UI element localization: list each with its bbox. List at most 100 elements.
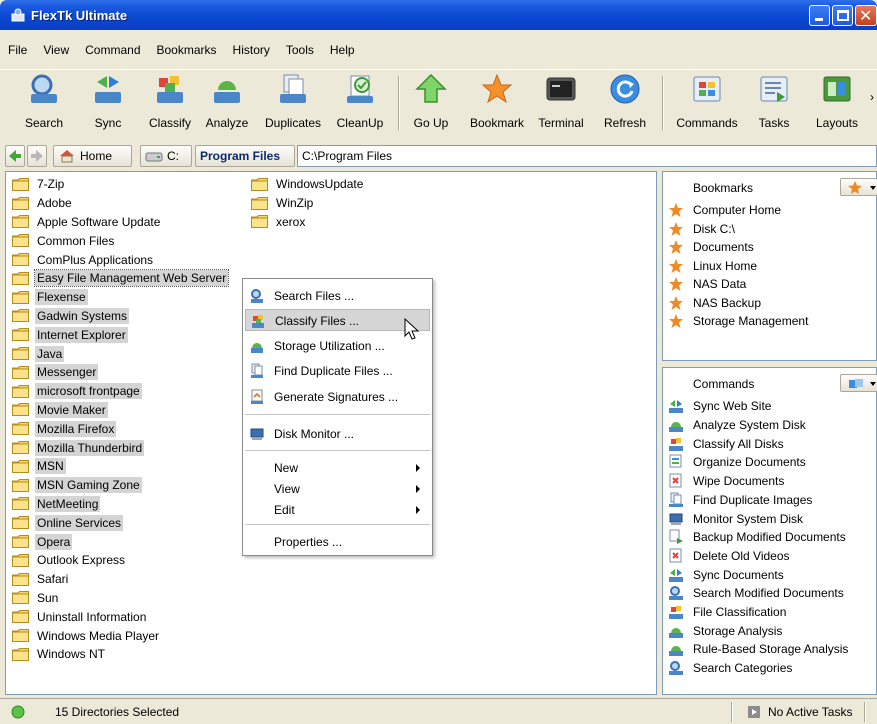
- folder-item[interactable]: Movie Maker: [12, 401, 228, 420]
- command-item[interactable]: Wipe Documents: [668, 472, 784, 491]
- path-input[interactable]: C:\Program Files: [297, 145, 877, 167]
- menu-tools[interactable]: Tools: [278, 40, 322, 60]
- folder-name: Messenger: [35, 364, 99, 381]
- command-label: Sync Web Site: [693, 399, 772, 414]
- folder-item[interactable]: MSN Gaming Zone: [12, 476, 228, 495]
- command-item[interactable]: Find Duplicate Images: [668, 491, 812, 510]
- folder-item[interactable]: xerox: [251, 213, 365, 232]
- command-item[interactable]: Delete Old Videos: [668, 547, 790, 566]
- menu-item-properties[interactable]: Properties ...: [245, 531, 430, 553]
- toolbar-tasks-button[interactable]: Tasks: [752, 70, 796, 130]
- toolbar-search-button[interactable]: Search: [22, 70, 66, 130]
- folder-icon: [12, 290, 29, 304]
- menu-help[interactable]: Help: [322, 40, 363, 60]
- bookmark-item[interactable]: Disk C:\: [668, 220, 735, 239]
- folder-item[interactable]: Adobe: [12, 194, 228, 213]
- folder-item[interactable]: WinZip: [251, 194, 365, 213]
- command-item[interactable]: Backup Modified Documents: [668, 528, 846, 547]
- folder-item[interactable]: Online Services: [12, 513, 228, 532]
- command-item[interactable]: Analyze System Disk: [668, 416, 806, 435]
- toolbar-refresh-button[interactable]: Refresh: [600, 70, 650, 130]
- breadcrumb-home[interactable]: Home: [53, 145, 132, 167]
- toolbar-sync-button[interactable]: Sync: [86, 70, 130, 130]
- toolbar-overflow-icon[interactable]: ›: [870, 90, 874, 104]
- folder-item[interactable]: Opera: [12, 532, 228, 551]
- menu-item-generate-signatures[interactable]: Generate Signatures ...: [245, 386, 430, 408]
- forward-button[interactable]: [27, 145, 47, 167]
- folder-item[interactable]: Java: [12, 344, 228, 363]
- bookmark-item[interactable]: Computer Home: [668, 201, 781, 220]
- menu-item-search-files[interactable]: Search Files ...: [245, 285, 430, 307]
- toolbar-classify-button[interactable]: Classify: [145, 70, 195, 130]
- breadcrumb-program-files[interactable]: Program Files: [195, 145, 295, 167]
- menu-item-classify-files[interactable]: Classify Files ...: [245, 309, 430, 331]
- folder-item[interactable]: Easy File Management Web Server: [12, 269, 230, 288]
- command-item[interactable]: Rule-Based Storage Analysis: [668, 640, 848, 659]
- toolbar-layouts-button[interactable]: Layouts: [810, 70, 864, 130]
- toolbar-analyze-button[interactable]: Analyze: [202, 70, 252, 130]
- menu-item-storage-utilization[interactable]: Storage Utilization ...: [245, 335, 430, 357]
- folder-item[interactable]: Mozilla Thunderbird: [12, 438, 228, 457]
- command-item[interactable]: File Classification: [668, 603, 786, 622]
- bookmark-item[interactable]: NAS Data: [668, 275, 746, 294]
- menu-command[interactable]: Command: [77, 40, 148, 60]
- menu-bookmarks[interactable]: Bookmarks: [149, 40, 225, 60]
- folder-item[interactable]: Windows Media Player: [12, 626, 228, 645]
- folder-item[interactable]: 7-Zip: [12, 175, 228, 194]
- minimize-button[interactable]: [809, 5, 830, 26]
- bookmark-item[interactable]: Storage Management: [668, 312, 808, 331]
- breadcrumb-drive-c[interactable]: C:: [140, 145, 192, 167]
- bookmark-label: Computer Home: [693, 203, 782, 218]
- folder-item[interactable]: Sun: [12, 589, 228, 608]
- folder-item[interactable]: Windows NT: [12, 645, 228, 664]
- menu-item-edit[interactable]: Edit: [245, 499, 430, 521]
- toolbar-bookmark-button[interactable]: Bookmark: [468, 70, 526, 130]
- folder-item[interactable]: Common Files: [12, 231, 228, 250]
- folder-item[interactable]: microsoft frontpage: [12, 382, 228, 401]
- commands-menu-button[interactable]: [840, 374, 877, 392]
- folder-icon: [12, 572, 29, 586]
- menu-item-view[interactable]: View: [245, 478, 430, 500]
- folder-item[interactable]: Mozilla Firefox: [12, 419, 228, 438]
- bookmarks-menu-button[interactable]: [840, 178, 877, 196]
- menu-item-find-duplicate-files[interactable]: Find Duplicate Files ...: [245, 360, 430, 382]
- folder-item[interactable]: Gadwin Systems: [12, 307, 228, 326]
- folder-item[interactable]: MSN: [12, 457, 228, 476]
- folder-item[interactable]: Outlook Express: [12, 551, 228, 570]
- folder-item[interactable]: Flexense: [12, 288, 228, 307]
- command-item[interactable]: Search Modified Documents: [668, 584, 844, 603]
- folder-item[interactable]: Safari: [12, 570, 228, 589]
- back-button[interactable]: [5, 145, 25, 167]
- bookmark-item[interactable]: Linux Home: [668, 257, 757, 276]
- maximize-button[interactable]: [832, 5, 853, 26]
- toolbar-cleanup-button[interactable]: CleanUp: [334, 70, 386, 130]
- command-item[interactable]: Organize Documents: [668, 453, 806, 472]
- folder-item[interactable]: Messenger: [12, 363, 228, 382]
- menu-item-disk-monitor[interactable]: Disk Monitor ...: [245, 423, 430, 445]
- toolbar-terminal-button[interactable]: Terminal: [536, 70, 586, 130]
- folder-item[interactable]: WindowsUpdate: [251, 175, 365, 194]
- command-item[interactable]: Sync Documents: [668, 565, 784, 584]
- command-item[interactable]: Monitor System Disk: [668, 509, 803, 528]
- toolbar-go-up-button[interactable]: Go Up: [410, 70, 452, 130]
- toolbar-duplicates-button[interactable]: Duplicates: [262, 70, 324, 130]
- folder-item[interactable]: Apple Software Update: [12, 213, 228, 232]
- bookmark-item[interactable]: Documents: [668, 238, 754, 257]
- folder-item[interactable]: Internet Explorer: [12, 325, 228, 344]
- folder-item[interactable]: ComPlus Applications: [12, 250, 228, 269]
- menu-item-new[interactable]: New: [245, 457, 430, 479]
- folder-item[interactable]: NetMeeting: [12, 495, 228, 514]
- menu-view[interactable]: View: [35, 40, 77, 60]
- folder-item[interactable]: Uninstall Information: [12, 607, 228, 626]
- menu-file[interactable]: File: [4, 40, 35, 60]
- bookmark-item[interactable]: NAS Backup: [668, 294, 761, 313]
- menu-history[interactable]: History: [225, 40, 278, 60]
- folder-name: Mozilla Thunderbird: [35, 439, 145, 456]
- command-item[interactable]: Sync Web Site: [668, 397, 771, 416]
- command-item[interactable]: Search Categories: [668, 659, 792, 678]
- close-button[interactable]: ✕: [855, 5, 877, 26]
- command-item[interactable]: Classify All Disks: [668, 434, 784, 453]
- command-item[interactable]: Storage Analysis: [668, 621, 782, 640]
- tasks-status[interactable]: No Active Tasks: [768, 705, 852, 719]
- toolbar-commands-button[interactable]: Commands: [673, 70, 741, 130]
